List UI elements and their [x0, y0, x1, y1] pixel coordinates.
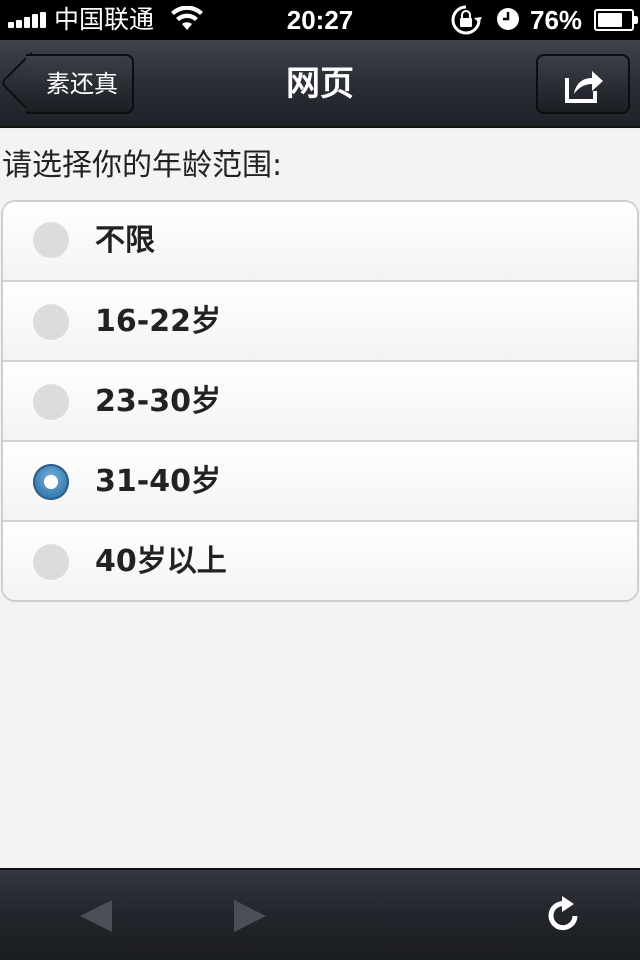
forward-arrow-icon[interactable]	[226, 894, 270, 938]
reload-icon[interactable]	[542, 894, 586, 938]
navigation-bar: 素还真 网页	[0, 40, 640, 128]
option-40-plus[interactable]: 40岁以上	[3, 520, 637, 600]
option-label: 40岁以上	[95, 544, 227, 579]
battery-level-fill	[598, 13, 623, 27]
radio-button[interactable]	[33, 544, 69, 580]
share-button[interactable]	[536, 54, 630, 114]
age-range-options: 不限 16-22岁 23-30岁 31-40岁 40岁以上	[1, 200, 639, 602]
age-range-prompt: 请选择你的年龄范围:	[2, 148, 283, 183]
radio-button[interactable]	[33, 464, 69, 500]
alarm-clock-icon	[497, 8, 519, 30]
radio-button[interactable]	[33, 304, 69, 340]
web-content: 请选择你的年龄范围: 不限 16-22岁 23-30岁 31-40岁 40岁以上	[0, 130, 640, 868]
option-label: 23-30岁	[95, 384, 221, 419]
browser-toolbar	[0, 868, 640, 960]
option-label: 16-22岁	[95, 304, 221, 339]
status-bar: 中国联通 20:27 76%	[0, 0, 640, 40]
battery-icon	[594, 9, 638, 31]
option-31-40[interactable]: 31-40岁	[3, 440, 637, 520]
rotation-lock-icon	[451, 5, 482, 35]
option-23-30[interactable]: 23-30岁	[3, 360, 637, 440]
radio-button[interactable]	[33, 222, 69, 258]
option-unlimited[interactable]: 不限	[3, 202, 637, 280]
radio-button[interactable]	[33, 384, 69, 420]
battery-percent: 76%	[530, 5, 583, 35]
option-label: 31-40岁	[95, 464, 221, 499]
option-label: 不限	[95, 223, 155, 258]
option-16-22[interactable]: 16-22岁	[3, 280, 637, 360]
back-arrow-icon[interactable]	[76, 894, 120, 938]
share-icon	[565, 71, 603, 103]
